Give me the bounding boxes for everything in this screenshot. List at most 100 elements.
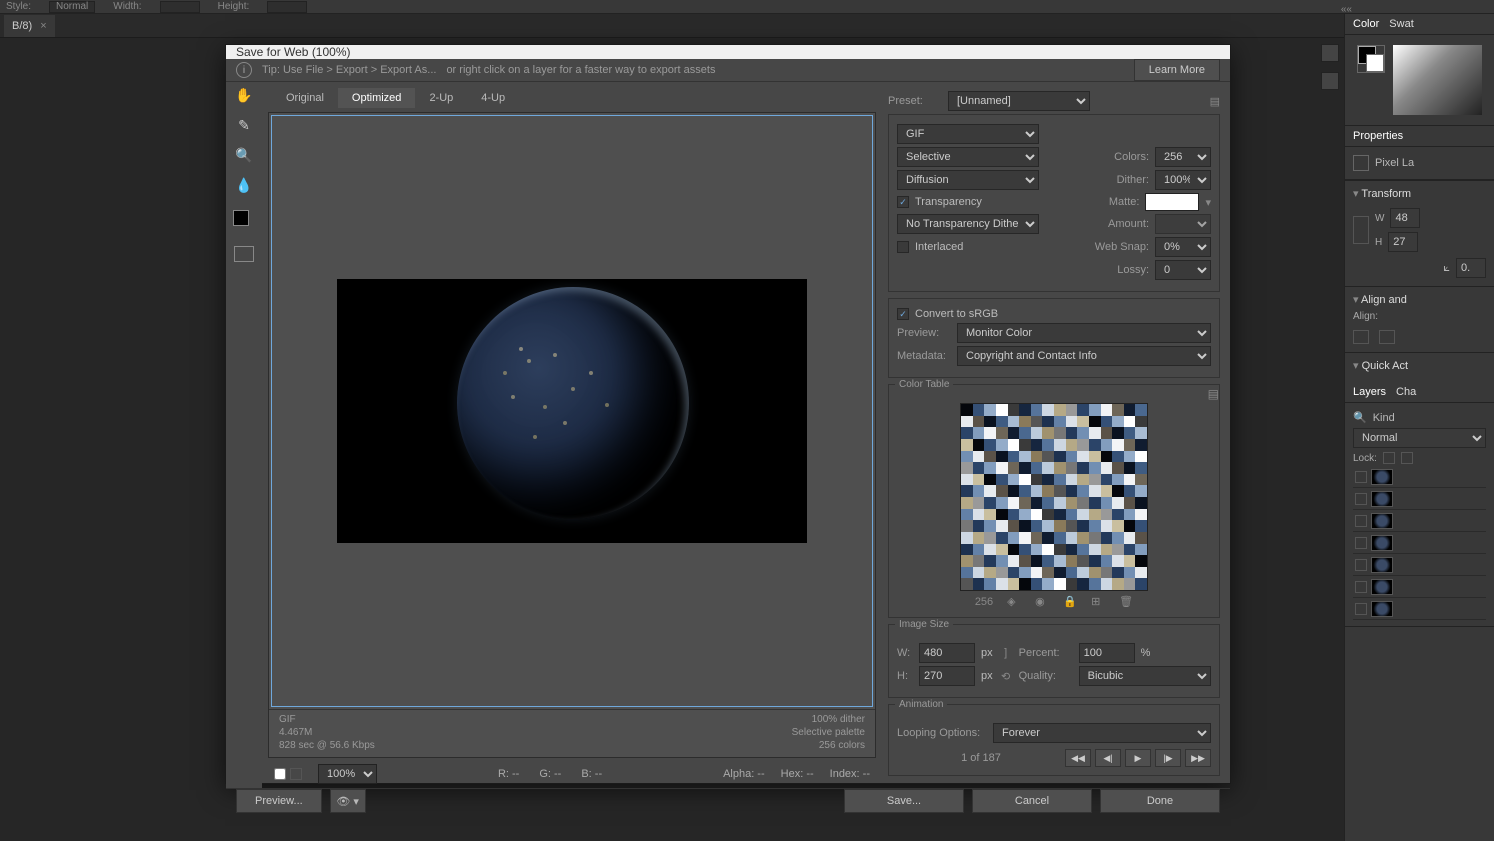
hand-tool-icon[interactable]: ✋ [233, 84, 255, 106]
width-field[interactable] [160, 1, 200, 13]
color-tab[interactable]: Color [1353, 18, 1379, 30]
play-button[interactable]: ▶ [1125, 749, 1151, 767]
layer-row[interactable] [1353, 466, 1486, 488]
colortable-menu-icon[interactable]: ▤ [1208, 387, 1217, 401]
loop-select[interactable]: Forever [993, 723, 1211, 743]
link-icon[interactable]: ] [999, 647, 1013, 659]
ct-icon[interactable]: ◈ [1007, 595, 1021, 609]
visibility-icon[interactable] [1355, 603, 1367, 615]
panel-icon[interactable] [1321, 44, 1339, 62]
dialog-titlebar[interactable]: Save for Web (100%) [226, 45, 1230, 59]
srgb-checkbox[interactable]: ✓ [897, 308, 909, 320]
quick-heading[interactable]: Quick Act [1353, 359, 1486, 372]
angle-input[interactable] [1456, 258, 1486, 278]
color-table-grid[interactable] [960, 403, 1148, 591]
close-icon[interactable]: × [40, 20, 46, 32]
colors-select[interactable]: 256 [1155, 147, 1211, 167]
layer-row[interactable] [1353, 576, 1486, 598]
visibility-icon[interactable] [1355, 515, 1367, 527]
tab-original[interactable]: Original [272, 88, 338, 108]
visibility-icon[interactable] [1355, 581, 1367, 593]
document-tab[interactable]: B/8) × [4, 15, 55, 37]
height-input[interactable] [1388, 232, 1418, 252]
next-frame-button[interactable]: |▶ [1155, 749, 1181, 767]
transform-heading[interactable]: Transform [1353, 187, 1486, 200]
transparency-dither-select[interactable]: No Transparency Dither [897, 214, 1039, 234]
layer-row[interactable] [1353, 532, 1486, 554]
trash-icon[interactable]: 🗑 [1119, 595, 1133, 609]
learn-more-button[interactable]: Learn More [1134, 59, 1220, 81]
width-input[interactable] [919, 643, 975, 663]
panel-icon[interactable] [1321, 72, 1339, 90]
tab-optimized[interactable]: Optimized [338, 88, 416, 108]
blend-mode-select[interactable]: Normal [1353, 428, 1486, 448]
preview-box: GIF 4.467M 828 sec @ 56.6 Kbps 100% dith… [268, 112, 876, 758]
pixel-layer-label: Pixel La [1375, 157, 1414, 169]
height-input[interactable] [919, 666, 975, 686]
eyedropper-icon[interactable]: 💧 [233, 174, 255, 196]
quality-select[interactable]: Bicubic [1079, 666, 1211, 686]
dialog-toolstrip: ✋ ✎ 🔍 💧 [226, 82, 262, 788]
align-center-icon[interactable] [1379, 330, 1395, 344]
lossy-label: Lossy: [1091, 264, 1149, 276]
preview-checkbox-2[interactable] [290, 768, 302, 780]
save-button[interactable]: Save... [844, 789, 964, 813]
visibility-icon[interactable] [1355, 493, 1367, 505]
layer-row[interactable] [1353, 510, 1486, 532]
lock-pixels-icon[interactable] [1383, 452, 1395, 464]
zoom-tool-icon[interactable]: 🔍 [233, 144, 255, 166]
layer-row[interactable] [1353, 488, 1486, 510]
layer-row[interactable] [1353, 554, 1486, 576]
websnap-select[interactable]: 0% [1155, 237, 1211, 257]
toggle-slices-icon[interactable] [234, 246, 254, 262]
link-icon[interactable]: ⟲ [999, 670, 1013, 683]
preset-menu-icon[interactable]: ▤ [1210, 95, 1220, 108]
layer-row[interactable] [1353, 598, 1486, 620]
preview-select[interactable]: Monitor Color [957, 323, 1211, 343]
preview-checkbox[interactable] [274, 768, 286, 780]
preview-button[interactable]: Preview... [236, 789, 322, 813]
channels-tab[interactable]: Cha [1396, 386, 1416, 398]
done-button[interactable]: Done [1100, 789, 1220, 813]
zoom-select[interactable]: 100% [318, 764, 377, 784]
interlaced-checkbox[interactable] [897, 241, 909, 253]
visibility-icon[interactable] [1355, 471, 1367, 483]
ct-icon[interactable]: ◉ [1035, 595, 1049, 609]
style-dropdown[interactable]: Normal [49, 1, 95, 13]
reduction-select[interactable]: Selective [897, 147, 1039, 167]
first-frame-button[interactable]: ◀◀ [1065, 749, 1091, 767]
lock-icon[interactable]: 🔒 [1063, 595, 1077, 609]
tab-4up[interactable]: 4-Up [467, 88, 519, 108]
lock-position-icon[interactable] [1401, 452, 1413, 464]
matte-color[interactable] [1145, 193, 1199, 211]
percent-input[interactable] [1079, 643, 1135, 663]
link-icon[interactable] [1353, 216, 1369, 244]
swatches-tab[interactable]: Swat [1389, 18, 1413, 30]
lossy-select[interactable]: 0 [1155, 260, 1211, 280]
visibility-icon[interactable] [1355, 537, 1367, 549]
width-input[interactable] [1390, 208, 1420, 228]
align-heading[interactable]: Align and [1353, 293, 1486, 306]
preview-canvas[interactable] [271, 115, 873, 707]
last-frame-button[interactable]: ▶▶ [1185, 749, 1211, 767]
color-ramp[interactable] [1393, 45, 1482, 115]
cancel-button[interactable]: Cancel [972, 789, 1092, 813]
preset-select[interactable]: [Unnamed] [948, 91, 1090, 111]
fg-bg-swatch[interactable] [1357, 45, 1385, 73]
visibility-icon[interactable] [1355, 559, 1367, 571]
tab-2up[interactable]: 2-Up [415, 88, 467, 108]
layers-tab[interactable]: Layers [1353, 386, 1386, 398]
metadata-select[interactable]: Copyright and Contact Info [957, 346, 1211, 366]
new-icon[interactable]: ⊞ [1091, 595, 1105, 609]
eyedropper-color[interactable] [233, 210, 255, 232]
dither-method-select[interactable]: Diffusion [897, 170, 1039, 190]
height-field[interactable] [267, 1, 307, 13]
format-select[interactable]: GIF [897, 124, 1039, 144]
prev-frame-button[interactable]: ◀| [1095, 749, 1121, 767]
align-left-icon[interactable] [1353, 330, 1369, 344]
properties-tab[interactable]: Properties [1353, 130, 1403, 142]
transparency-checkbox[interactable]: ✓ [897, 196, 909, 208]
browser-preview-dropdown[interactable]: 👁 ▾ [330, 789, 366, 813]
slice-select-icon[interactable]: ✎ [233, 114, 255, 136]
dither-value-select[interactable]: 100% [1155, 170, 1211, 190]
